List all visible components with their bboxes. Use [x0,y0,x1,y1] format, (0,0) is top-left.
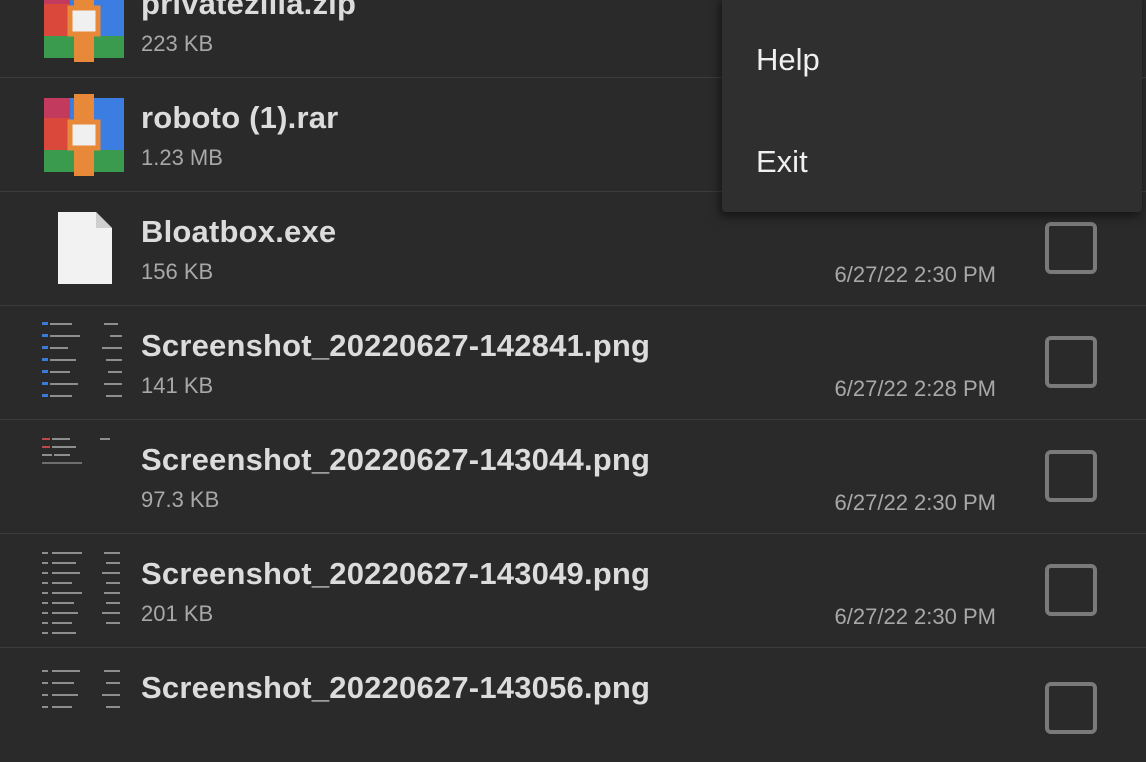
image-thumbnail [40,430,130,524]
archive-icon [44,0,124,62]
menu-item-exit[interactable]: Exit [722,112,1142,212]
file-size: 97.3 KB [141,487,220,512]
select-checkbox[interactable] [1045,564,1097,616]
file-row-screenshot-143049[interactable]: Screenshot_20220627-143049.png 201 KB 6/… [0,534,1146,648]
file-name: Bloatbox.exe [141,214,337,249]
file-row-screenshot-142841[interactable]: Screenshot_20220627-142841.png 141 KB 6/… [0,306,1146,420]
file-name: Screenshot_20220627-143044.png [141,442,651,477]
file-icon [58,212,112,284]
file-name: privatezilla.zip [141,0,357,21]
file-size: 156 KB [141,259,214,284]
file-row-screenshot-143056[interactable]: Screenshot_20220627-143056.png [0,648,1146,762]
file-name: roboto (1).rar [141,100,339,135]
select-checkbox[interactable] [1045,682,1097,734]
file-size: 201 KB [141,601,214,626]
file-size: 141 KB [141,373,214,398]
image-thumbnail [40,316,130,410]
select-checkbox[interactable] [1045,450,1097,502]
file-date: 6/27/22 2:30 PM [834,490,996,515]
file-size: 223 KB [141,31,214,56]
select-checkbox[interactable] [1045,222,1097,274]
image-thumbnail [40,658,130,752]
file-name: Screenshot_20220627-143049.png [141,556,651,591]
file-size: 1.23 MB [141,145,223,170]
file-name: Screenshot_20220627-142841.png [141,328,651,363]
file-row-screenshot-143044[interactable]: Screenshot_20220627-143044.png 97.3 KB 6… [0,420,1146,534]
image-thumbnail [40,544,130,638]
file-date: 6/27/22 2:30 PM [834,604,996,629]
archive-icon [44,94,124,176]
select-checkbox[interactable] [1045,336,1097,388]
menu-item-help[interactable]: Help [722,10,1142,110]
file-name: Screenshot_20220627-143056.png [141,670,651,705]
file-date: 6/27/22 2:28 PM [834,376,996,401]
file-date: 6/27/22 2:30 PM [834,262,996,287]
overflow-menu: Help Exit [722,0,1142,212]
